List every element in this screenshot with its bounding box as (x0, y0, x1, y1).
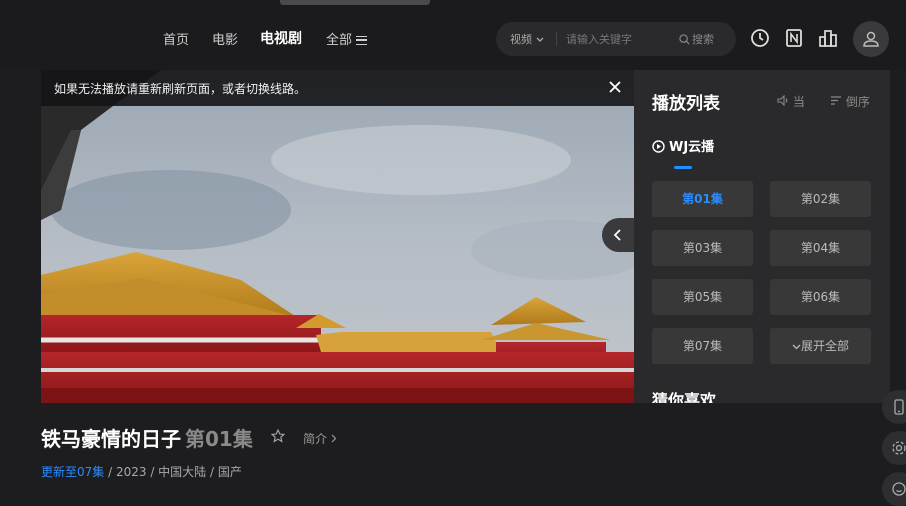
intro-label: 简介 (303, 432, 328, 446)
reverse-order-button[interactable]: 倒序 (830, 93, 870, 110)
top-scroll-indicator (280, 0, 430, 5)
settings-button[interactable] (882, 431, 906, 465)
meta-separator: / (146, 465, 159, 479)
meta-separator: / (104, 465, 116, 479)
episode-02-button[interactable]: 第02集 (770, 181, 871, 217)
show-year[interactable]: 2023 (116, 465, 147, 479)
recommendations-heading: 猜你喜欢 (652, 391, 717, 403)
chat-icon (892, 482, 906, 496)
chevron-down-icon (792, 344, 801, 350)
episode-01-button[interactable]: 第01集 (652, 181, 753, 240)
episode-03-button[interactable]: 第03集 (652, 230, 753, 266)
clock-icon (751, 29, 769, 47)
sort-icon (831, 96, 841, 105)
show-region[interactable]: 中国大陆 (158, 465, 206, 479)
current-episode-button[interactable]: 当 (777, 93, 805, 110)
episode-06-button[interactable]: 第06集 (770, 279, 871, 315)
top-bar: 首页 电影 电视剧 全部 视频 搜索 (0, 0, 906, 70)
video-frame (41, 70, 634, 403)
show-genre[interactable]: 国产 (218, 465, 242, 479)
source-tab-indicator (674, 166, 692, 169)
mobile-view-button[interactable] (882, 390, 906, 424)
search-input[interactable] (566, 30, 666, 48)
feedback-button[interactable] (882, 472, 906, 506)
chevron-right-icon (331, 434, 337, 443)
favorite-star-icon[interactable] (271, 429, 285, 443)
expand-all-button[interactable]: 展开全部 (770, 328, 871, 364)
phone-icon (894, 399, 904, 415)
nav-movie[interactable]: 电影 (212, 29, 238, 48)
nav-tv[interactable]: 电视剧 (260, 28, 302, 48)
user-icon (863, 31, 879, 47)
source-tab-wj[interactable]: WJ云播 (652, 136, 714, 155)
episode-04-button[interactable]: 第04集 (770, 230, 871, 266)
show-name: 铁马豪情的日子 (41, 427, 181, 451)
episode-label: 第01集 (682, 192, 723, 206)
nav-home[interactable]: 首页 (163, 29, 189, 48)
search-button-label: 搜索 (692, 33, 714, 46)
playlist-title: 播放列表 (652, 94, 720, 114)
show-meta: 更新至07集 / 2023 / 中国大陆 / 国产 (41, 463, 242, 480)
chart-icon (819, 30, 837, 47)
source-tab-label: WJ云播 (669, 140, 715, 155)
search-category-label: 视频 (510, 33, 532, 46)
video-player[interactable]: 如果无法播放请重新刷新页面，或者切换线路。 (41, 70, 634, 403)
meta-separator: / (206, 465, 218, 479)
ranking-button[interactable] (818, 28, 840, 50)
playlist-panel: 播放列表 当 倒序 WJ云播 第01集 第02集 第03集 第04集 第05集 … (634, 70, 890, 403)
bookmark-button[interactable] (784, 28, 806, 50)
close-icon[interactable] (608, 80, 622, 94)
chevron-down-icon (536, 37, 543, 42)
episode-07-button[interactable]: 第07集 (652, 328, 753, 364)
search-divider (556, 32, 557, 46)
expand-all-label: 展开全部 (800, 339, 849, 353)
episode-05-button[interactable]: 第05集 (652, 279, 753, 315)
search-icon (679, 34, 690, 45)
intro-link[interactable]: 简介 (303, 430, 337, 447)
collapse-playlist-button[interactable] (602, 218, 634, 252)
search-bar: 视频 搜索 (496, 22, 736, 56)
nav-all-label: 全部 (326, 33, 353, 48)
search-button[interactable]: 搜索 (679, 31, 714, 47)
history-button[interactable] (750, 28, 772, 50)
user-avatar-button[interactable] (853, 21, 889, 57)
gear-icon (892, 441, 906, 455)
search-category-select[interactable]: 视频 (510, 31, 544, 47)
current-episode-name: 第01集 (185, 427, 253, 451)
speaker-icon (777, 94, 788, 107)
playback-notice: 如果无法播放请重新刷新页面，或者切换线路。 (41, 70, 634, 106)
update-status[interactable]: 更新至07集 (41, 465, 104, 479)
menu-icon (356, 36, 368, 45)
notice-text: 如果无法播放请重新刷新页面，或者切换线路。 (54, 82, 307, 96)
current-episode-label: 当 (792, 95, 805, 109)
chevron-left-icon (613, 229, 621, 241)
play-circle-icon (652, 140, 665, 153)
reverse-order-label: 倒序 (845, 95, 870, 109)
nav-all[interactable]: 全部 (326, 29, 368, 48)
bookmark-icon (786, 29, 802, 47)
show-title: 铁马豪情的日子 第01集 (41, 423, 253, 452)
